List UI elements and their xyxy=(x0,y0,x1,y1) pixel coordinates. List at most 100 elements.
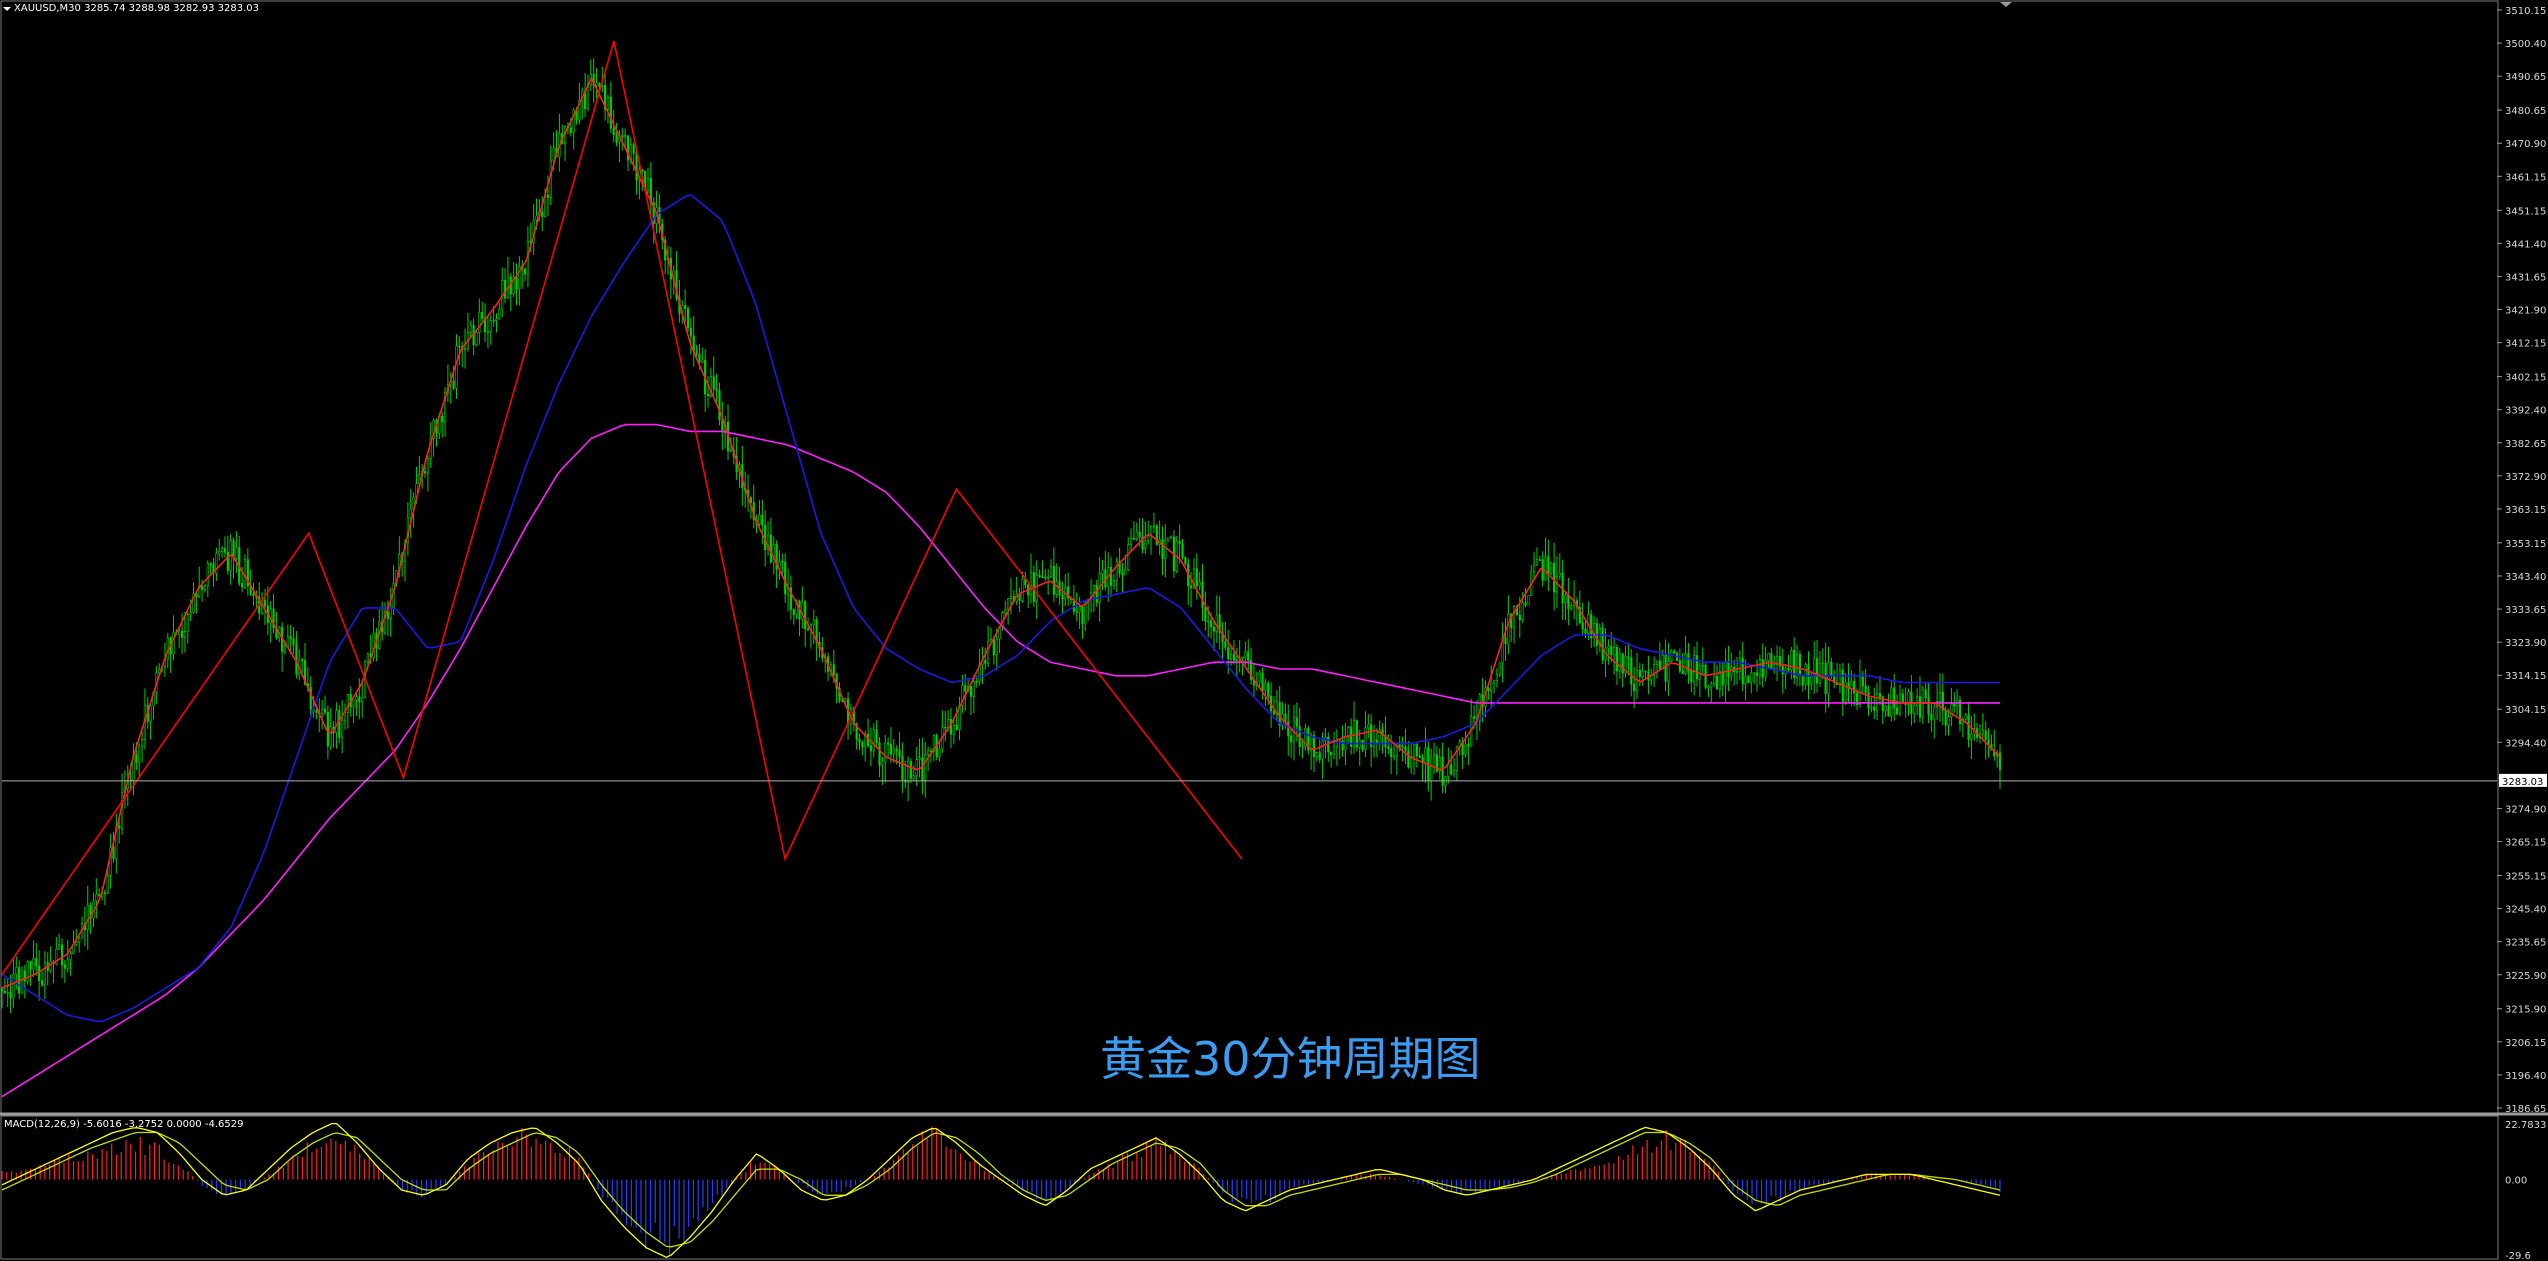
candle-body xyxy=(1532,564,1536,573)
main-chart-frame xyxy=(0,0,2499,1114)
candle-body xyxy=(323,708,327,713)
candle-body xyxy=(987,641,990,664)
candle-body xyxy=(1964,714,1967,720)
candle-body xyxy=(1895,707,1899,715)
candle-body xyxy=(1804,664,1807,686)
candle-body xyxy=(1870,706,1873,709)
candle-body xyxy=(858,738,861,743)
candle-body xyxy=(283,646,287,652)
candle-body xyxy=(1564,595,1567,604)
candle-body xyxy=(235,547,238,559)
candle-body xyxy=(1264,683,1267,692)
candle-body xyxy=(927,750,930,755)
candle-body xyxy=(172,631,175,655)
candle-body xyxy=(1287,721,1290,737)
scroll-marker-icon[interactable] xyxy=(2000,2,2012,7)
candle-body xyxy=(781,560,784,563)
y-tick-label: 3304.15 xyxy=(2505,705,2546,716)
candle-body xyxy=(1121,573,1124,576)
candle-body xyxy=(1613,647,1616,656)
candle-body xyxy=(1178,540,1181,545)
candle-body xyxy=(1290,735,1293,743)
candle-body xyxy=(1127,544,1130,570)
candle-body xyxy=(1301,746,1304,748)
candle-body xyxy=(252,593,255,596)
candle-body xyxy=(1049,566,1053,578)
candle-body xyxy=(361,697,364,703)
candle-body xyxy=(952,725,955,735)
candle-body xyxy=(1898,693,1902,715)
candle-body xyxy=(1527,595,1530,606)
candle-body xyxy=(1404,746,1407,751)
candle-body xyxy=(1950,703,1953,718)
y-tick-label: 3196.40 xyxy=(2505,1071,2546,1082)
candle-body xyxy=(1738,657,1741,672)
candle-body xyxy=(1189,585,1193,588)
candle-body xyxy=(1401,746,1404,748)
candle-body xyxy=(1581,622,1584,630)
candle-body xyxy=(955,725,958,730)
candle-body xyxy=(758,514,761,525)
candle-body xyxy=(1284,713,1287,723)
y-tick-label: 3215.90 xyxy=(2505,1005,2546,1016)
candle-body xyxy=(1092,585,1095,593)
candle-body xyxy=(1507,614,1510,645)
candle-body xyxy=(912,775,915,779)
candle-body xyxy=(1858,676,1862,705)
candle-body xyxy=(20,970,24,994)
candle-body xyxy=(1247,651,1250,661)
candle-body xyxy=(98,894,101,897)
candle-body xyxy=(806,628,810,631)
candle-body xyxy=(1061,594,1064,599)
candle-body xyxy=(872,729,875,752)
candle-body xyxy=(523,268,527,275)
candle-body xyxy=(118,825,121,829)
candle-body xyxy=(1861,676,1864,687)
candle-body xyxy=(1801,675,1804,686)
candle-body xyxy=(812,619,815,626)
candle-body xyxy=(1538,559,1541,561)
candle-body xyxy=(1521,602,1524,620)
candle-body xyxy=(861,741,864,748)
candle-body xyxy=(881,761,884,766)
candle-body xyxy=(1004,609,1007,614)
candle-body xyxy=(38,965,41,981)
candle-body xyxy=(1838,669,1842,686)
candle-body xyxy=(1681,670,1684,675)
candle-body xyxy=(1518,614,1521,620)
candle-body xyxy=(1570,605,1573,609)
candle-body xyxy=(1164,540,1167,559)
dropdown-arrow-icon[interactable] xyxy=(3,7,11,11)
chart-canvas[interactable]: XAUUSD,M30 3285.74 3288.98 3282.93 3283.… xyxy=(0,0,2548,1261)
candle-body xyxy=(1212,626,1216,632)
candle-body xyxy=(309,686,312,710)
candle-body xyxy=(1332,745,1336,756)
candle-body xyxy=(1741,657,1744,685)
candle-body xyxy=(1933,706,1936,720)
candle-body xyxy=(1464,743,1467,755)
candle-body xyxy=(1661,655,1664,670)
candle-body xyxy=(63,964,66,969)
candle-body xyxy=(684,305,687,310)
candle-body xyxy=(975,680,978,683)
y-tick-label: 3451.15 xyxy=(2505,206,2546,217)
candle-body xyxy=(66,959,69,969)
y-tick-label: 3480.65 xyxy=(2505,106,2546,117)
ma-mid-line xyxy=(1,194,2000,1023)
candle-body xyxy=(1258,672,1261,683)
candle-body xyxy=(1938,691,1942,702)
candle-body xyxy=(632,144,635,154)
candle-body xyxy=(832,664,835,675)
candle-body xyxy=(341,719,344,738)
candle-body xyxy=(1315,752,1318,758)
ma-slow-line xyxy=(1,423,2000,1098)
candle-body xyxy=(1415,744,1418,757)
y-tick-label: 3382.65 xyxy=(2505,439,2546,450)
candle-body xyxy=(609,96,612,129)
candle-body xyxy=(1387,746,1390,749)
candle-body xyxy=(1724,661,1727,686)
candle-body xyxy=(1644,670,1647,673)
candle-body xyxy=(180,630,184,638)
candle-body xyxy=(140,739,144,747)
candle-body xyxy=(1695,655,1699,680)
